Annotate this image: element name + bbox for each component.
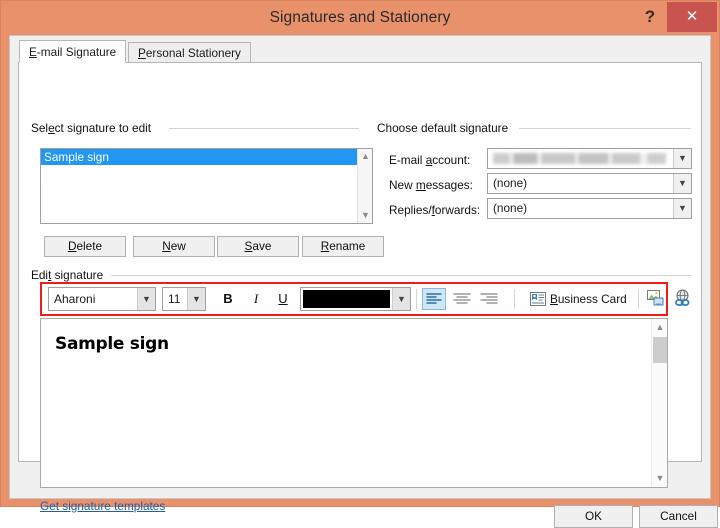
scrollbar-thumb[interactable] <box>653 337 667 363</box>
scroll-up-icon[interactable]: ▲ <box>358 149 373 164</box>
new-messages-value: (none) <box>493 176 528 190</box>
group-divider-default <box>519 128 691 129</box>
font-family-value: Aharoni <box>54 292 96 306</box>
font-size-value: 11 <box>168 292 181 306</box>
editor-scrollbar[interactable]: ▲ ▼ <box>651 319 667 487</box>
chevron-down-icon[interactable]: ▼ <box>673 174 691 193</box>
scroll-up-icon[interactable]: ▲ <box>652 319 668 336</box>
new-messages-combo[interactable]: (none) ▼ <box>487 173 692 194</box>
business-card-icon <box>530 292 546 306</box>
scroll-down-icon[interactable]: ▼ <box>358 208 373 223</box>
cancel-button[interactable]: Cancel <box>639 505 718 528</box>
font-size-combo[interactable]: 11 ▼ <box>162 287 206 311</box>
tab-strip: E-mail Signature Personal Stationery <box>10 36 710 63</box>
align-left-button[interactable] <box>422 288 446 310</box>
replies-forwards-label: Replies/forwards: <box>389 203 481 217</box>
list-item[interactable]: Sample sign <box>41 149 357 165</box>
tab-email-signature-label: -mail Signature <box>36 45 117 59</box>
insert-hyperlink-button[interactable] <box>672 288 696 310</box>
business-card-button[interactable]: Business Card <box>528 288 633 310</box>
email-account-combo[interactable]: ▼ <box>487 148 692 169</box>
delete-button[interactable]: Delete <box>44 236 126 257</box>
insert-picture-button[interactable] <box>645 288 669 310</box>
edit-signature-group-label: Edit signature <box>31 268 109 282</box>
chevron-down-icon[interactable]: ▼ <box>673 199 691 218</box>
font-color-combo[interactable]: ▼ <box>300 287 411 311</box>
bold-button[interactable]: B <box>216 288 240 310</box>
save-button[interactable]: Save <box>217 236 299 257</box>
tab-email-signature[interactable]: E-mail Signature <box>19 40 127 63</box>
font-color-swatch <box>303 290 390 308</box>
get-signature-templates-link[interactable]: Get signature templates <box>40 499 165 513</box>
chevron-down-icon[interactable]: ▼ <box>392 288 410 310</box>
dialog-client-area: E-mail Signature Personal Stationery Sel… <box>9 35 718 528</box>
new-button[interactable]: New <box>133 236 215 257</box>
signature-body-text[interactable]: Sample sign <box>55 334 169 354</box>
chevron-down-icon[interactable]: ▼ <box>137 288 155 310</box>
toolbar-divider <box>638 289 639 309</box>
align-right-button[interactable] <box>477 288 501 310</box>
toolbar-divider <box>416 289 417 309</box>
group-divider-edit <box>111 275 691 276</box>
insert-picture-icon <box>647 290 664 306</box>
title-bar: Signatures and Stationery ? ✕ <box>1 1 719 35</box>
insert-hyperlink-icon <box>675 289 690 306</box>
formatting-toolbar-highlight: Aharoni ▼ 11 ▼ B I U ▼ Business Card <box>40 282 690 316</box>
signature-list-scrollbar[interactable]: ▲ ▼ <box>357 149 372 223</box>
tab-personal-stationery[interactable]: Personal Stationery <box>128 42 251 63</box>
default-signature-group-label: Choose default signature <box>377 121 514 135</box>
underline-button[interactable]: U <box>271 288 295 310</box>
chevron-down-icon[interactable]: ▼ <box>673 149 691 168</box>
signature-list[interactable]: Sample sign ▲ ▼ <box>40 148 373 224</box>
rename-button[interactable]: Rename <box>302 236 384 257</box>
replies-forwards-combo[interactable]: (none) ▼ <box>487 198 692 219</box>
email-account-redacted-value <box>493 153 679 164</box>
chevron-down-icon[interactable]: ▼ <box>187 288 205 310</box>
tab-personal-stationery-label: ersonal Stationery <box>145 46 241 60</box>
scroll-down-icon[interactable]: ▼ <box>652 470 668 487</box>
formatting-toolbar: Aharoni ▼ 11 ▼ B I U ▼ Business Card <box>44 286 690 312</box>
align-center-button[interactable] <box>450 288 474 310</box>
business-card-label: usiness Card <box>557 292 627 306</box>
group-divider-select <box>169 128 359 129</box>
email-account-label: E-mail account: <box>389 153 471 167</box>
replies-forwards-value: (none) <box>493 201 528 215</box>
select-signature-group-label: Select signature to edit <box>31 121 157 135</box>
new-messages-label: New messages: <box>389 178 473 192</box>
ok-button[interactable]: OK <box>554 505 633 528</box>
window-title: Signatures and Stationery <box>269 9 451 26</box>
close-icon[interactable]: ✕ <box>667 2 717 32</box>
italic-button[interactable]: I <box>244 288 268 310</box>
font-family-combo[interactable]: Aharoni ▼ <box>48 287 156 311</box>
signatures-dialog-window: Signatures and Stationery ? ✕ E-mail Sig… <box>0 0 720 528</box>
help-icon[interactable]: ? <box>637 3 663 31</box>
toolbar-divider <box>514 289 515 309</box>
email-signature-tab-page: Select signature to edit Sample sign ▲ ▼… <box>18 62 702 513</box>
signature-editor[interactable]: Sample sign ▲ ▼ <box>40 318 668 488</box>
